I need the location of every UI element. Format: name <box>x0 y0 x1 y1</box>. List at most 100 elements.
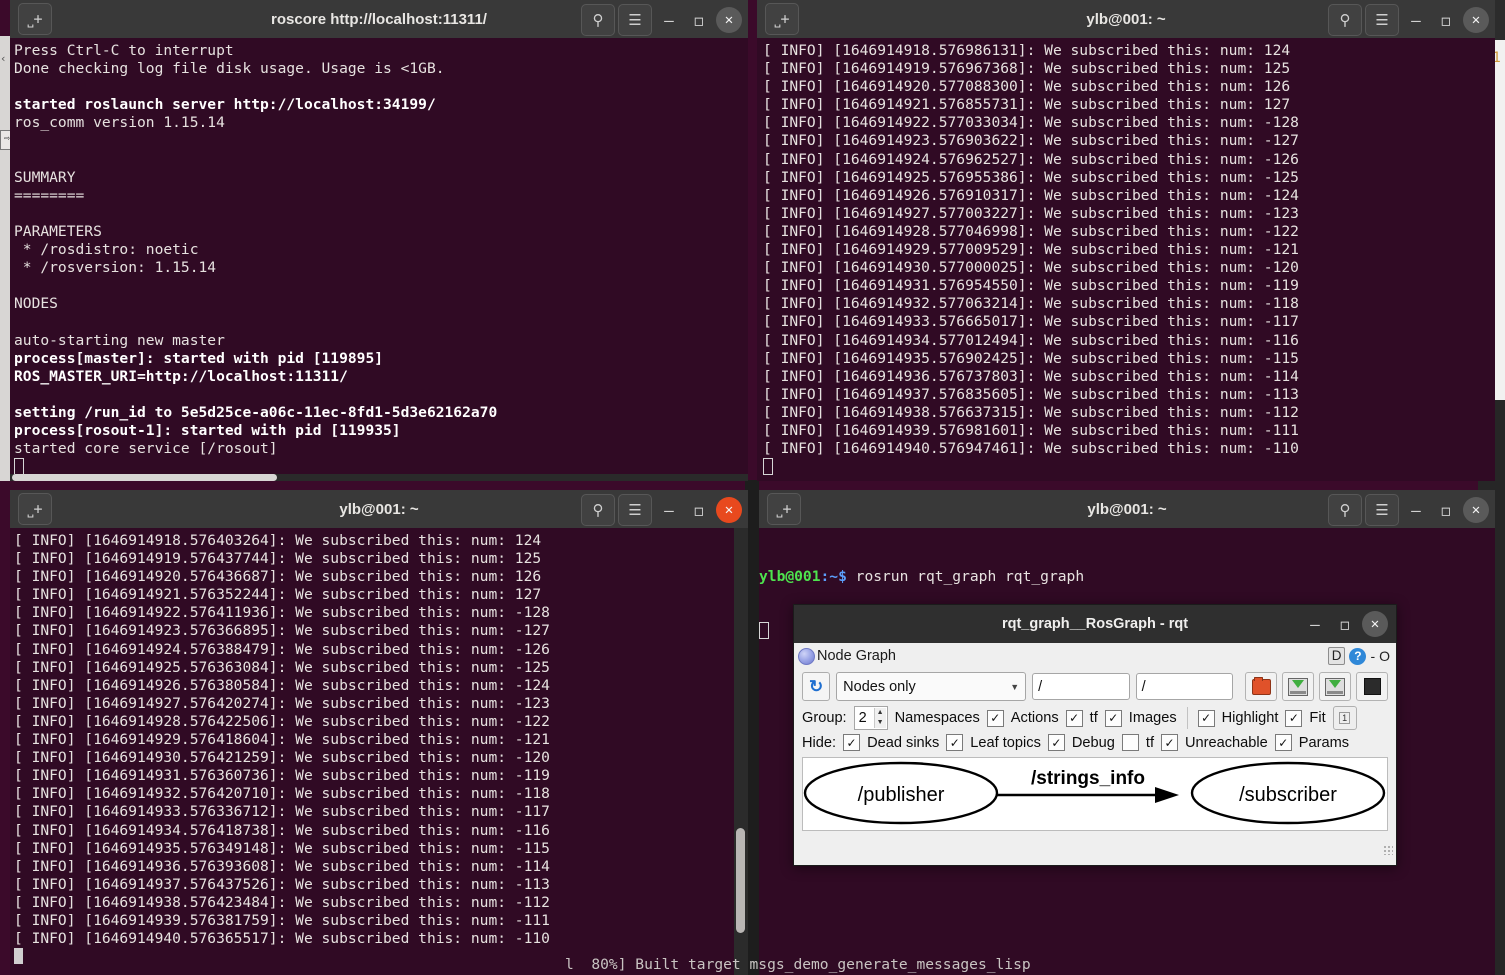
node-graph-label: Node Graph <box>817 648 896 664</box>
fit-checkbox[interactable]: ✓ <box>1285 709 1303 727</box>
close-button[interactable]: ✕ <box>716 497 742 523</box>
maximize-button[interactable]: ◻ <box>686 7 712 33</box>
group-spinner[interactable]: 2 ▲ ▼ <box>853 706 888 730</box>
dead-sinks-checkbox[interactable]: ✓ <box>843 734 861 751</box>
new-tab-icon[interactable]: ⎵+ <box>767 493 801 525</box>
terminal-line: process[master]: started with pid [11989… <box>14 349 384 367</box>
window-subscriber-top[interactable]: ⎵+ ylb@001: ~ ⚲ ☰ – ◻ ✕ [ INFO] [1646914… <box>757 0 1495 481</box>
terminal-line: [ INFO] [1646914938.576423484]: We subsc… <box>14 893 550 911</box>
save-dot-icon[interactable] <box>1282 672 1314 701</box>
rqt-graph-titlebar[interactable]: rqt_graph__RosGraph - rqt – ◻ ✕ <box>794 605 1396 643</box>
subscriber-top-output[interactable]: [ INFO] [1646914918.576986131]: We subsc… <box>757 38 1495 481</box>
window-roscore[interactable]: ⎵+ roscore http://localhost:11311/ ⚲ ☰ –… <box>10 0 748 481</box>
images-label[interactable]: Images <box>1129 710 1177 726</box>
params-label[interactable]: Params <box>1299 735 1349 751</box>
close-button[interactable]: ✕ <box>716 7 742 33</box>
maximize-button[interactable]: ◻ <box>686 497 712 523</box>
search-icon[interactable]: ⚲ <box>1328 494 1362 526</box>
debug-label[interactable]: Debug <box>1072 735 1115 751</box>
highlight-checkbox[interactable]: ✓ <box>1197 709 1215 727</box>
terminal-line: [ INFO] [1646914920.576436687]: We subsc… <box>14 568 542 586</box>
search-icon[interactable]: ⚲ <box>581 494 615 526</box>
actions-label[interactable]: Actions <box>1011 710 1059 726</box>
minimize-button[interactable]: – <box>1403 7 1429 33</box>
terminal-cursor-line <box>763 458 1495 477</box>
publisher-node-label: /publisher <box>858 784 945 806</box>
prompt-user: ylb@001 <box>759 568 821 586</box>
unreachable-checkbox[interactable]: ✓ <box>1161 734 1178 751</box>
terminal-line: [ INFO] [1646914937.576835605]: We subsc… <box>763 385 1299 403</box>
dock-detach-icon[interactable]: D <box>1327 647 1346 665</box>
terminal-line: [ INFO] [1646914936.576737803]: We subsc… <box>763 367 1299 385</box>
graph-mode-select[interactable]: Nodes only ▼ <box>836 672 1027 701</box>
save-svg-icon[interactable] <box>1319 672 1351 701</box>
minimize-button[interactable]: – <box>1403 497 1429 523</box>
roscore-output[interactable]: Press Ctrl-C to interrupt Done checking l… <box>10 38 748 481</box>
terminal-line: started core service [/rosout] <box>14 440 278 458</box>
leaf-topics-label[interactable]: Leaf topics <box>970 735 1041 751</box>
minimize-button[interactable]: – <box>656 497 682 523</box>
zoom-reset-button[interactable]: 1 <box>1332 706 1357 730</box>
hide-tf-label[interactable]: tf <box>1146 735 1154 751</box>
close-button[interactable]: ✕ <box>1463 7 1489 33</box>
maximize-button[interactable]: ◻ <box>1433 497 1459 523</box>
hamburger-menu-icon[interactable]: ☰ <box>618 494 652 526</box>
maximize-button[interactable]: ◻ <box>1433 7 1459 33</box>
subscriber-bottom-vscrollbar[interactable] <box>734 528 748 975</box>
params-checkbox[interactable]: ✓ <box>1274 734 1292 751</box>
spinner-arrows-icon[interactable]: ▲ ▼ <box>873 708 886 728</box>
terminal-line: [ INFO] [1646914921.576855731]: We subsc… <box>763 96 1291 114</box>
namespaces-label[interactable]: Namespaces <box>895 710 980 726</box>
hamburger-menu-icon[interactable]: ☰ <box>1365 494 1399 526</box>
dead-sinks-label[interactable]: Dead sinks <box>867 735 939 751</box>
actions-checkbox[interactable]: ✓ <box>986 709 1004 727</box>
ros-node-graph-canvas[interactable]: /publisher /subscriber /strings_info <box>802 757 1388 831</box>
fit-label[interactable]: Fit <box>1309 710 1325 726</box>
rqt-options-row-2: Hide: ✓ Dead sinks ✓ Leaf topics ✓ Debug… <box>794 732 1396 753</box>
dock-dash-icon[interactable]: - <box>1370 648 1375 664</box>
topic-filter-input[interactable]: / <box>1032 673 1130 700</box>
terminal-line: [ INFO] [1646914940.576365517]: We subsc… <box>14 930 550 948</box>
terminal-line: ros_comm version 1.15.14 <box>14 114 225 132</box>
resize-grip-icon[interactable] <box>1383 845 1393 855</box>
search-icon[interactable]: ⚲ <box>1328 4 1362 36</box>
window-subscriber-bottom[interactable]: ⎵+ ylb@001: ~ ⚲ ☰ – ◻ ✕ [ INFO] [1646914… <box>10 490 748 975</box>
minimize-button[interactable]: – <box>656 7 682 33</box>
rqt-minimize-button[interactable]: – <box>1302 611 1328 637</box>
hamburger-menu-icon[interactable]: ☰ <box>618 4 652 36</box>
rqt-close-button[interactable]: ✕ <box>1362 611 1388 637</box>
subscriber-top-titlebar[interactable]: ⎵+ ylb@001: ~ ⚲ ☰ – ◻ ✕ <box>757 0 1495 38</box>
stop-icon[interactable] <box>1356 672 1388 701</box>
new-tab-icon[interactable]: ⎵+ <box>18 493 52 525</box>
terminal-line: [ INFO] [1646914931.576360736]: We subsc… <box>14 767 550 785</box>
debug-checkbox[interactable]: ✓ <box>1047 734 1065 751</box>
new-tab-icon[interactable]: ⎵+ <box>765 3 799 35</box>
hide-tf-checkbox[interactable] <box>1121 734 1139 751</box>
images-checkbox[interactable]: ✓ <box>1104 709 1122 727</box>
window-rqt-graph[interactable]: rqt_graph__RosGraph - rqt – ◻ ✕ Node Gra… <box>793 604 1397 866</box>
rqt-terminal-command: rosrun rqt_graph rqt_graph <box>846 568 1085 586</box>
search-icon[interactable]: ⚲ <box>581 4 615 36</box>
roscore-hscrollbar[interactable] <box>10 474 748 481</box>
help-icon[interactable]: ? <box>1349 647 1367 665</box>
node-filter-input[interactable]: / <box>1135 673 1233 700</box>
highlight-label[interactable]: Highlight <box>1222 710 1279 726</box>
rqt-terminal-titlebar[interactable]: ⎵+ ylb@001: ~ ⚲ ☰ – ◻ ✕ <box>759 490 1495 528</box>
hamburger-menu-icon[interactable]: ☰ <box>1365 4 1399 36</box>
leaf-topics-checkbox[interactable]: ✓ <box>946 734 964 751</box>
tf-checkbox[interactable]: ✓ <box>1065 709 1083 727</box>
roscore-titlebar[interactable]: ⎵+ roscore http://localhost:11311/ ⚲ ☰ –… <box>10 0 748 38</box>
terminal-line: [ INFO] [1646914924.576962527]: We subsc… <box>763 150 1299 168</box>
refresh-icon[interactable]: ↻ <box>802 672 831 701</box>
tf-label[interactable]: tf <box>1090 710 1098 726</box>
folder-open-icon[interactable] <box>1245 672 1277 701</box>
subscriber-bottom-output[interactable]: [ INFO] [1646914918.576403264]: We subsc… <box>10 528 748 975</box>
dock-close-icon[interactable]: O <box>1379 648 1390 664</box>
new-tab-icon[interactable]: ⎵+ <box>18 3 52 35</box>
terminal-line: [ INFO] [1646914926.576910317]: We subsc… <box>763 186 1299 204</box>
subscriber-bottom-titlebar[interactable]: ⎵+ ylb@001: ~ ⚲ ☰ – ◻ ✕ <box>10 490 748 528</box>
rqt-maximize-button[interactable]: ◻ <box>1332 611 1358 637</box>
unreachable-label[interactable]: Unreachable <box>1185 735 1268 751</box>
close-button[interactable]: ✕ <box>1463 497 1489 523</box>
